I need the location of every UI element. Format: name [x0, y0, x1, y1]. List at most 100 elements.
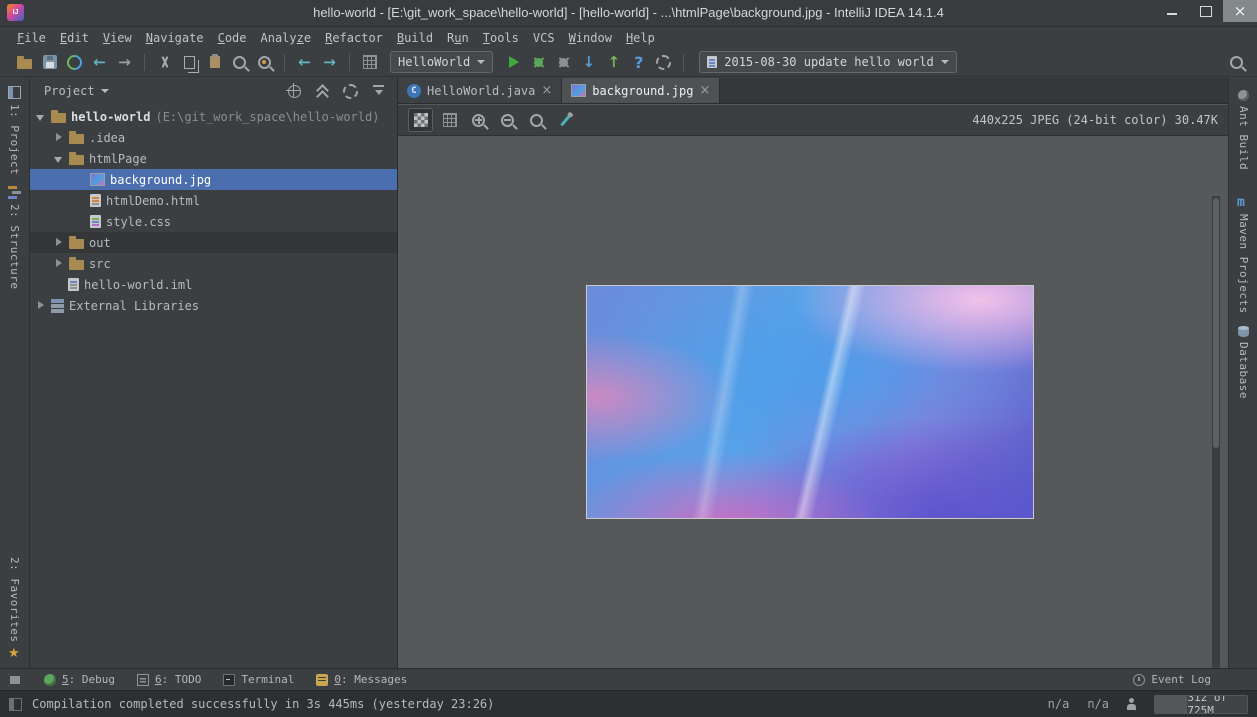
toggle-transparency-button[interactable]: [408, 108, 433, 132]
image-file-icon: [90, 173, 105, 186]
menu-tools[interactable]: Tools: [476, 29, 526, 47]
coverage-button[interactable]: [551, 50, 576, 74]
vertical-scrollbar[interactable]: [1212, 196, 1220, 717]
zoom-out-button[interactable]: [495, 108, 520, 132]
toolwindow-switcher-icon[interactable]: [8, 674, 22, 686]
menu-refactor[interactable]: Refactor: [318, 29, 390, 47]
toolwindow-maven-button[interactable]: Maven Projects: [1229, 196, 1257, 314]
menu-build[interactable]: Build: [390, 29, 440, 47]
tab-helloworld-java[interactable]: HelloWorld.java ×: [398, 78, 562, 103]
paste-button[interactable]: [202, 50, 227, 74]
menu-analyze[interactable]: Analyze: [254, 29, 319, 47]
scroll-from-source-button[interactable]: [283, 82, 305, 100]
toolwindow-todo-button[interactable]: 6: TODO: [137, 673, 201, 686]
project-structure-button[interactable]: [357, 50, 382, 74]
tree-item-out[interactable]: out: [30, 232, 397, 253]
run-button[interactable]: [501, 50, 526, 74]
search-everywhere-button[interactable]: [1224, 50, 1249, 74]
synchronize-button[interactable]: [62, 50, 87, 74]
toolwindow-debug-button[interactable]: 5: Debug: [44, 673, 115, 686]
toggle-grid-button[interactable]: [437, 108, 462, 132]
color-picker-button[interactable]: [553, 108, 578, 132]
undo-icon: ←: [93, 55, 106, 70]
minimize-icon: [1167, 13, 1177, 15]
back-button[interactable]: ←: [292, 50, 317, 74]
hide-panel-button[interactable]: [367, 82, 389, 100]
settings-button[interactable]: [651, 50, 676, 74]
tree-item-hello-world-iml[interactable]: hello-world.iml: [30, 274, 397, 295]
inspections-hector-icon[interactable]: [1127, 698, 1136, 710]
project-panel-title[interactable]: Project: [44, 84, 95, 98]
folder-icon: [69, 155, 84, 165]
zoom-in-button[interactable]: [466, 108, 491, 132]
tree-item-idea[interactable]: .idea: [30, 127, 397, 148]
java-class-icon: [407, 84, 421, 98]
menu-help[interactable]: Help: [619, 29, 662, 47]
close-tab-icon[interactable]: ×: [541, 84, 552, 97]
menu-navigate[interactable]: Navigate: [139, 29, 211, 47]
project-tree: hello-world (E:\git_work_space\hello-wor…: [30, 106, 397, 316]
menu-code[interactable]: Code: [211, 29, 254, 47]
back-icon: ←: [298, 55, 311, 70]
redo-button[interactable]: →: [112, 50, 137, 74]
toolwindow-database-button[interactable]: Database: [1229, 326, 1257, 399]
menu-file[interactable]: File: [10, 29, 53, 47]
toolwindow-structure-button[interactable]: 2: Structure: [0, 186, 29, 289]
replace-button[interactable]: [252, 50, 277, 74]
toolwindow-toggle-icon[interactable]: [9, 698, 22, 711]
tree-item-hello-world[interactable]: hello-world (E:\git_work_space\hello-wor…: [30, 106, 397, 127]
toolbar-separator: [349, 54, 350, 71]
vcs-update-button[interactable]: ↓: [576, 50, 601, 74]
run-configuration-combo[interactable]: HelloWorld: [390, 51, 493, 73]
paste-icon: [210, 56, 220, 68]
tree-item-src[interactable]: src: [30, 253, 397, 274]
open-file-button[interactable]: [12, 50, 37, 74]
close-button[interactable]: ×: [1223, 0, 1257, 22]
tree-item-htmlpage[interactable]: htmlPage: [30, 148, 397, 169]
toolwindow-terminal-button[interactable]: Terminal: [223, 673, 294, 686]
vcs-message-combo[interactable]: 2015-08-30 update hello world: [699, 51, 957, 73]
cut-button[interactable]: [152, 50, 177, 74]
scrollbar-thumb[interactable]: [1213, 198, 1219, 448]
chevron-down-icon[interactable]: [101, 89, 109, 93]
close-tab-icon[interactable]: ×: [699, 84, 710, 97]
save-icon: [43, 55, 57, 69]
toolwindow-messages-button[interactable]: 0: Messages: [316, 673, 407, 686]
memory-indicator[interactable]: 312 of 725M: [1154, 695, 1248, 714]
menu-edit[interactable]: Edit: [53, 29, 96, 47]
debug-button[interactable]: [526, 50, 551, 74]
tab-background-jpg[interactable]: background.jpg ×: [562, 78, 720, 103]
menu-window[interactable]: Window: [562, 29, 619, 47]
forward-button[interactable]: →: [317, 50, 342, 74]
toolwindow-favorites-button[interactable]: 2: Favorites: [0, 557, 29, 660]
menu-bar: File Edit View Navigate Code Analyze Ref…: [0, 27, 1257, 48]
menu-run[interactable]: Run: [440, 29, 476, 47]
actual-size-button[interactable]: [524, 108, 549, 132]
menu-view[interactable]: View: [96, 29, 139, 47]
save-all-button[interactable]: [37, 50, 62, 74]
minimize-button[interactable]: [1155, 0, 1189, 22]
copy-button[interactable]: [177, 50, 202, 74]
tree-item-external-libraries[interactable]: External Libraries: [30, 295, 397, 316]
event-log-button[interactable]: Event Log: [1133, 673, 1211, 686]
project-folder-icon: [51, 113, 66, 123]
tree-item-htmldemo-html[interactable]: htmlDemo.html: [30, 190, 397, 211]
toolwindow-ant-build-button[interactable]: Ant Build: [1229, 90, 1257, 170]
help-button[interactable]: ?: [626, 50, 651, 74]
toolwindow-project-button[interactable]: 1: Project: [0, 86, 29, 175]
tree-item-background-jpg[interactable]: background.jpg: [30, 169, 397, 190]
image-file-icon: [571, 84, 586, 97]
menu-vcs[interactable]: VCS: [526, 29, 562, 47]
database-icon: [1238, 326, 1249, 337]
project-panel: Project hello-world (E:\git_work_space\h…: [30, 78, 398, 668]
grid-icon: [443, 113, 457, 127]
collapse-all-button[interactable]: [311, 82, 333, 100]
undo-button[interactable]: ←: [87, 50, 112, 74]
find-button[interactable]: [227, 50, 252, 74]
maximize-button[interactable]: [1189, 0, 1223, 22]
vcs-commit-button[interactable]: ↑: [601, 50, 626, 74]
copy-icon: [184, 56, 195, 69]
memory-usage-fill: [1155, 696, 1187, 713]
tree-item-style-css[interactable]: style.css: [30, 211, 397, 232]
panel-settings-button[interactable]: [339, 82, 361, 100]
